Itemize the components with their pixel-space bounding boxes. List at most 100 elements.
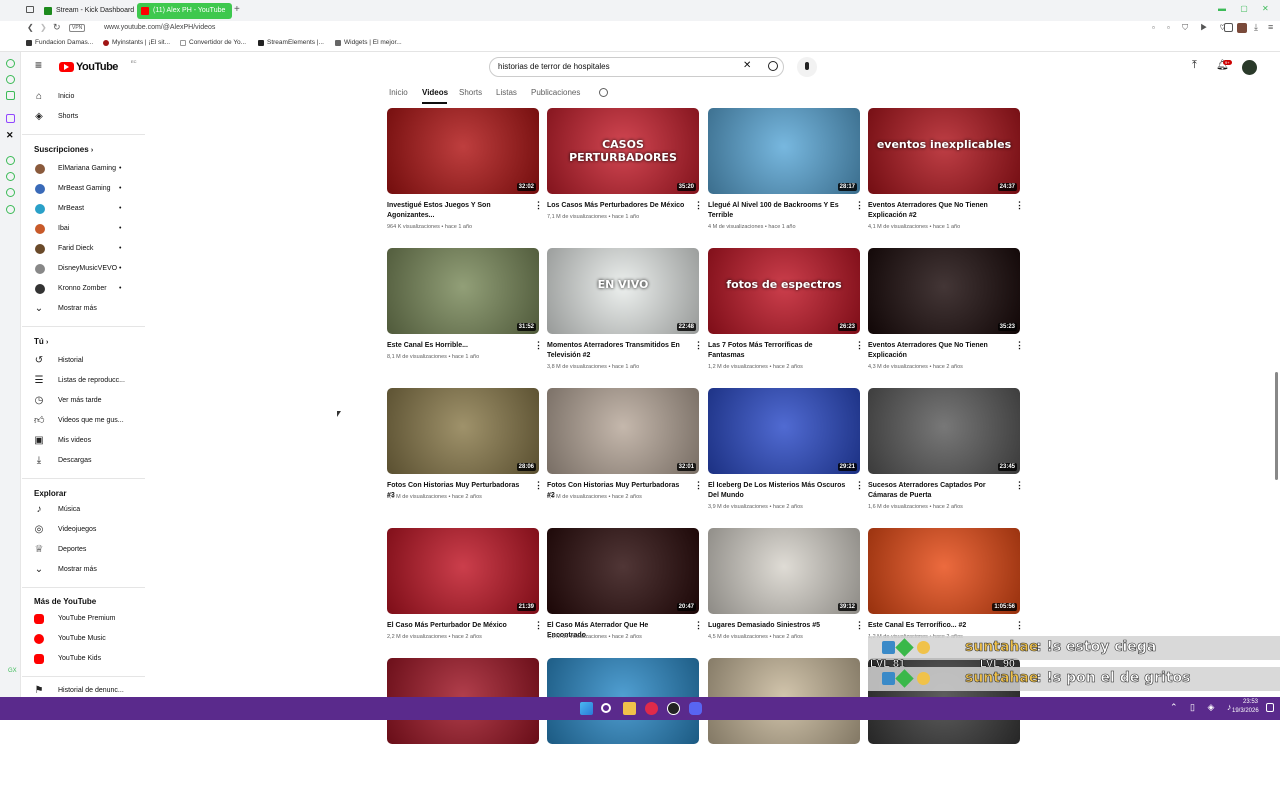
video-thumbnail[interactable]: 35:23 [868, 248, 1020, 334]
channel-search-icon[interactable] [599, 88, 608, 97]
video-title[interactable]: Llegué Al Nivel 100 de Backrooms Y Es Te… [708, 201, 848, 221]
video-title[interactable]: Este Canal Es Horrible... [387, 341, 527, 351]
video-thumbnail[interactable]: EN VIVO 22:48 [547, 248, 699, 334]
windows-start-icon[interactable] [580, 702, 593, 715]
subscriptions-heading[interactable]: Suscripciones › [34, 145, 93, 154]
subscription-item[interactable]: DisneyMusicVEVO • [34, 260, 144, 278]
extensions-icon[interactable] [1224, 23, 1233, 32]
more-options-icon[interactable]: ⋮ [1015, 621, 1024, 630]
video-card[interactable]: 20:47 El Caso Más Aterrador Que He Encont… [547, 528, 703, 658]
sidebar-item-sports[interactable]: ♕ Deportes [34, 541, 144, 559]
video-thumbnail[interactable]: 23:45 [868, 388, 1020, 474]
tab-publicaciones[interactable]: Publicaciones [531, 88, 580, 97]
video-thumbnail[interactable]: 28:06 [387, 388, 539, 474]
sidebar-item-watch-later[interactable]: ◷ Ver más tarde [34, 392, 144, 410]
video-thumbnail[interactable]: 1:05:56 [868, 528, 1020, 614]
notification-center-icon[interactable] [1266, 703, 1274, 712]
video-card[interactable]: eventos inexplicables 24:37 Eventos Aterra… [868, 108, 1024, 238]
tab-videos[interactable]: Videos [422, 88, 448, 97]
sidebar-item-youtube-music[interactable]: YouTube Music [34, 630, 144, 648]
url-field[interactable]: www.youtube.com/@AlexPH/videos [104, 24, 215, 31]
video-card[interactable]: 32:01 Fotos Con Historias Muy Perturbador… [547, 388, 703, 518]
sidebar-item-my-videos[interactable]: ▣ Mis videos [34, 432, 144, 450]
subscription-item[interactable]: Ibai • [34, 220, 144, 238]
bookmark-item[interactable]: StreamElements |... [258, 39, 324, 46]
video-card[interactable]: 29:21 El Iceberg De Los Misterios Más Osc… [708, 388, 864, 518]
workspace-icon[interactable] [26, 6, 34, 13]
new-tab-button[interactable]: + [234, 4, 240, 15]
more-options-icon[interactable]: ⋮ [694, 621, 703, 630]
video-card[interactable]: 21:39 El Caso Más Perturbador De México 2,… [387, 528, 543, 658]
whatsapp-icon[interactable] [6, 59, 15, 68]
video-card[interactable]: 31:52 Este Canal Es Horrible... 8,1 M de v… [387, 248, 543, 378]
video-title[interactable]: Investigué Estos Juegos Y Son Agonizante… [387, 201, 527, 221]
more-options-icon[interactable]: ⋮ [1015, 481, 1024, 490]
more-options-icon[interactable]: ⋮ [534, 621, 543, 630]
video-title[interactable]: Las 7 Fotos Más Terroríficas de Fantasma… [708, 341, 848, 361]
subscription-item[interactable]: MrBeast • [34, 200, 144, 218]
menu-toolbar-icon[interactable]: ≡ [1268, 22, 1273, 32]
tab-inicio[interactable]: Inicio [389, 88, 408, 97]
page-scrollbar[interactable] [1275, 372, 1278, 480]
sidebar-item-music[interactable]: ♪ Música [34, 501, 144, 519]
more-options-icon[interactable]: ⋮ [855, 621, 864, 630]
video-title[interactable]: El Iceberg De Los Misterios Más Oscuros … [708, 481, 848, 501]
video-thumbnail[interactable]: 20:47 [547, 528, 699, 614]
history-sidebar-icon[interactable] [6, 156, 15, 165]
video-thumbnail[interactable]: CASOS PERTURBADORES 35:20 [547, 108, 699, 194]
more-options-icon[interactable]: ⋮ [694, 341, 703, 350]
twitch-icon[interactable] [6, 114, 15, 123]
clock-sidebar-icon[interactable] [6, 172, 15, 181]
video-thumbnail[interactable]: 21:39 [387, 528, 539, 614]
bookmark-item[interactable]: Widgets | El mejor... [335, 39, 402, 46]
obs-icon[interactable] [667, 702, 680, 715]
opera-gx-icon[interactable] [645, 702, 658, 715]
pinboard-icon[interactable] [6, 188, 15, 197]
video-title[interactable]: Lugares Demasiado Siniestros #5 [708, 621, 848, 631]
discord-icon[interactable] [689, 702, 702, 715]
video-card[interactable]: 28:17 Llegué Al Nivel 100 de Backrooms Y … [708, 108, 864, 238]
sidebar-item-shorts[interactable]: ◈ Shorts [34, 108, 144, 126]
video-title[interactable]: Los Casos Más Perturbadores De México [547, 201, 687, 211]
tab-listas[interactable]: Listas [496, 88, 517, 97]
video-card[interactable] [387, 658, 540, 788]
chatgpt-icon[interactable] [6, 75, 15, 84]
bookmark-item[interactable]: Myinstants | ¡El sit... [103, 39, 170, 46]
video-card[interactable]: 32:02 Investigué Estos Juegos Y Son Agoni… [387, 108, 543, 238]
back-button[interactable]: ❮ [27, 23, 34, 32]
more-options-icon[interactable]: ⋮ [534, 341, 543, 350]
forward-button[interactable]: ❯ [40, 23, 47, 32]
sidebar-item-gaming[interactable]: ◎ Videojuegos [34, 521, 144, 539]
taskbar-search-icon[interactable] [601, 703, 611, 713]
video-thumbnail[interactable]: 32:02 [387, 108, 539, 194]
more-options-icon[interactable]: ⋮ [855, 341, 864, 350]
video-card[interactable] [547, 658, 700, 788]
video-title[interactable]: Eventos Aterradores Que No Tienen Explic… [868, 341, 1008, 361]
clear-search-icon[interactable]: ✕ [743, 61, 751, 71]
bookmark-item[interactable]: Convertidor de Yo... [180, 39, 246, 46]
video-thumbnail[interactable]: fotos de espectros 26:23 [708, 248, 860, 334]
sidebar-item-inicio[interactable]: ⌂ Inicio [34, 88, 144, 106]
subscription-item[interactable]: Farid Dieck • [34, 240, 144, 258]
sidebar-item-youtube-kids[interactable]: YouTube Kids [34, 650, 144, 668]
video-thumbnail[interactable]: 29:21 [708, 388, 860, 474]
vpn-badge[interactable]: VPN [69, 24, 86, 32]
sidebar-item-liked[interactable]: 👍︎ Videos que me gus... [34, 412, 144, 430]
download-toolbar-icon[interactable]: ⤓ [1254, 22, 1258, 33]
subscription-item[interactable]: Kronno Zomber • [34, 280, 144, 298]
hamburger-menu-icon[interactable]: ≡ [35, 59, 42, 71]
sidebar-item-youtube-premium[interactable]: YouTube Premium [34, 610, 144, 628]
tab-youtube[interactable]: (11) Alex PH - YouTube [137, 3, 232, 19]
you-heading[interactable]: Tú › [34, 337, 48, 346]
voice-search-icon[interactable] [797, 57, 817, 77]
video-title[interactable]: Este Canal Es Terrorífico... #2 [868, 621, 1008, 631]
video-card[interactable]: 35:23 Eventos Aterradores Que No Tienen E… [868, 248, 1024, 378]
video-card[interactable] [708, 658, 861, 788]
video-card[interactable]: 23:45 Sucesos Aterradores Captados Por Cá… [868, 388, 1024, 518]
video-thumbnail[interactable]: 28:17 [708, 108, 860, 194]
sidebar-item-historial[interactable]: ↺ Historial [34, 352, 144, 370]
video-thumbnail[interactable]: 39:12 [708, 528, 860, 614]
video-card[interactable]: EN VIVO 22:48 Momentos Aterradores Transmi… [547, 248, 703, 378]
video-title[interactable]: Eventos Aterradores Que No Tienen Explic… [868, 201, 1008, 221]
reload-button[interactable]: ↻ [53, 22, 61, 33]
